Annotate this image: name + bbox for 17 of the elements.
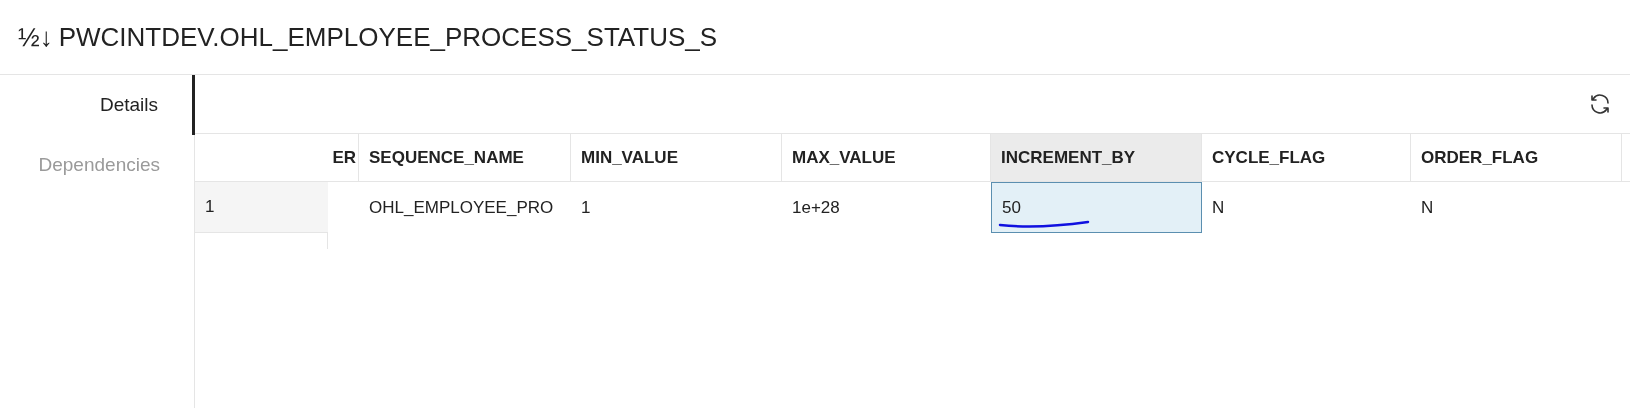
table-cell[interactable]: 1e+28 bbox=[782, 182, 991, 233]
column-header[interactable]: SEQUENCE_NAME bbox=[359, 134, 571, 181]
table-cell[interactable]: N bbox=[1202, 182, 1411, 233]
column-header[interactable]: ER bbox=[328, 134, 359, 181]
column-header[interactable]: MIN_VALUE bbox=[571, 134, 782, 181]
table-cell[interactable]: 50 bbox=[991, 182, 1202, 233]
table-cell[interactable]: OHL_EMPLOYEE_PRO bbox=[359, 182, 571, 233]
column-header[interactable]: CYCLE_FLAG bbox=[1202, 134, 1411, 181]
page-title: PWCINTDEV.OHL_EMPLOYEE_PROCESS_STATUS_S bbox=[58, 20, 718, 54]
column-header[interactable]: INCREMENT_BY bbox=[991, 134, 1202, 181]
column-header[interactable]: ORDER_FLAG bbox=[1411, 134, 1622, 181]
sort-icon: ½↓ bbox=[18, 24, 53, 50]
table-cell[interactable]: 1 bbox=[571, 182, 782, 233]
side-tab[interactable]: Details bbox=[0, 75, 195, 135]
refresh-icon[interactable] bbox=[1588, 92, 1612, 116]
row-number: 1 bbox=[195, 182, 328, 233]
table-cell[interactable]: N bbox=[1411, 182, 1622, 233]
